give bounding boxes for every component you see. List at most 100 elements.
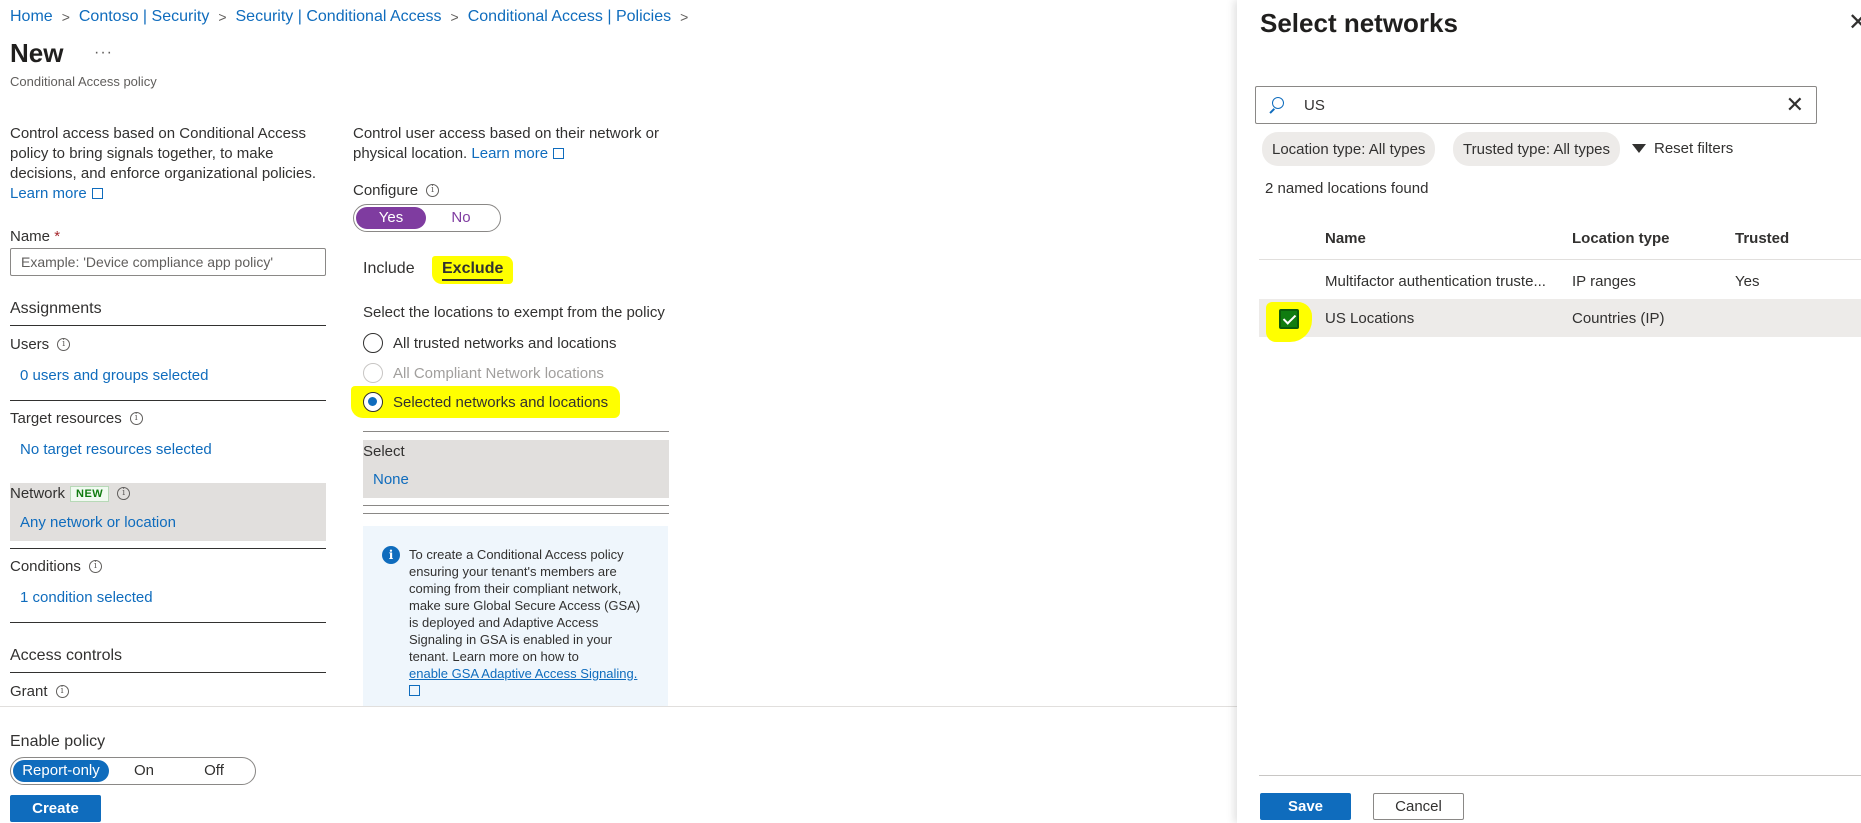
breadcrumb-home[interactable]: Home: [10, 8, 53, 26]
report-only-option[interactable]: Report-only: [13, 760, 109, 782]
on-option[interactable]: On: [109, 760, 179, 782]
column-location-type[interactable]: Location type: [1572, 230, 1670, 247]
required-mark: *: [54, 228, 61, 245]
divider: [10, 548, 326, 549]
learn-more-label: Learn more: [10, 185, 87, 202]
search-icon: [1268, 97, 1284, 113]
external-link-icon[interactable]: [409, 685, 420, 696]
users-row[interactable]: Users i 0 users and groups selected: [10, 336, 326, 396]
trusted-type-filter[interactable]: Trusted type: All types: [1453, 132, 1621, 166]
search-input[interactable]: US ✕: [1255, 86, 1817, 124]
learn-more-link[interactable]: Learn more: [10, 185, 103, 202]
target-resources-row[interactable]: Target resources i No target resources se…: [10, 410, 326, 470]
tab-exclude[interactable]: Exclude: [432, 256, 514, 284]
network-value-link[interactable]: Any network or location: [20, 514, 326, 531]
chevron-right-icon: >: [450, 9, 459, 25]
configure-yes-option[interactable]: Yes: [356, 207, 426, 229]
radio-compliant: All Compliant Network locations: [363, 363, 604, 383]
divider: [10, 672, 326, 673]
tab-exclude-label: Exclude: [442, 260, 504, 281]
grant-row[interactable]: Grant i: [10, 683, 69, 700]
info-icon: i: [426, 184, 440, 197]
network-row[interactable]: Network NEW i Any network or location: [10, 483, 326, 541]
configure-no-option[interactable]: No: [426, 207, 496, 229]
divider: [10, 325, 326, 326]
policy-name-placeholder: Example: 'Device compliance app policy': [21, 254, 274, 270]
policy-description: Control access based on Conditional Acce…: [10, 124, 320, 204]
radio-button[interactable]: [363, 392, 383, 412]
breadcrumb-security-ca[interactable]: Security | Conditional Access: [236, 8, 442, 26]
table-row[interactable]: Multifactor authentication truste... IP …: [1259, 263, 1861, 300]
radio-all-trusted-label: All trusted networks and locations: [393, 334, 617, 352]
enable-policy-label: Enable policy: [10, 733, 106, 750]
radio-compliant-label: All Compliant Network locations: [393, 364, 604, 382]
divider: [363, 513, 669, 514]
gsa-enable-link[interactable]: enable GSA Adaptive Access Signaling.: [409, 666, 637, 681]
chevron-right-icon: >: [680, 9, 689, 25]
row-location-type: IP ranges: [1572, 273, 1636, 290]
select-label: Select: [363, 443, 405, 460]
cancel-button[interactable]: Cancel: [1373, 793, 1464, 820]
info-icon: i: [129, 412, 143, 425]
network-learn-more-link[interactable]: Learn more: [471, 145, 565, 162]
save-button[interactable]: Save: [1260, 793, 1351, 820]
breadcrumb-ca-policies[interactable]: Conditional Access | Policies: [468, 8, 671, 26]
exempt-label: Select the locations to exempt from the …: [363, 304, 665, 321]
configure-toggle[interactable]: Yes No: [353, 204, 501, 232]
enable-policy-toggle[interactable]: Report-only On Off: [10, 757, 256, 785]
select-value-link[interactable]: None: [373, 471, 669, 488]
select-locations-row[interactable]: Select None: [363, 440, 669, 498]
close-icon[interactable]: ✕: [1848, 8, 1861, 37]
info-icon: i: [57, 338, 71, 351]
new-badge: NEW: [70, 485, 110, 502]
info-icon: i: [88, 560, 102, 573]
chevron-right-icon: >: [61, 9, 70, 25]
clear-search-icon[interactable]: ✕: [1786, 92, 1804, 118]
row-checkbox-checked[interactable]: [1279, 309, 1299, 329]
off-option[interactable]: Off: [179, 760, 249, 782]
reset-filters-button[interactable]: Reset filters: [1632, 140, 1733, 157]
page-subtitle: Conditional Access policy: [10, 74, 157, 89]
column-name[interactable]: Name: [1325, 230, 1366, 247]
users-value-link[interactable]: 0 users and groups selected: [20, 367, 326, 384]
target-resources-label: Target resources: [10, 410, 122, 427]
column-trusted[interactable]: Trusted: [1735, 230, 1789, 247]
breadcrumb-contoso-security[interactable]: Contoso | Security: [79, 8, 209, 26]
tab-include[interactable]: Include: [363, 260, 415, 278]
more-options-icon[interactable]: ···: [94, 44, 113, 62]
conditions-row[interactable]: Conditions i 1 condition selected: [10, 558, 326, 618]
users-label: Users: [10, 336, 50, 353]
radio-selected[interactable]: Selected networks and locations: [351, 386, 621, 418]
divider: [1259, 775, 1861, 776]
table-row[interactable]: US Locations Countries (IP): [1259, 300, 1861, 342]
divider: [10, 622, 326, 623]
radio-button: [363, 363, 383, 383]
policy-name-input[interactable]: Example: 'Device compliance app policy': [10, 248, 326, 276]
configure-label-text: Configure: [353, 182, 419, 199]
radio-all-trusted[interactable]: All trusted networks and locations: [363, 333, 616, 353]
radio-selected-label: Selected networks and locations: [393, 393, 609, 411]
divider: [10, 400, 326, 401]
target-resources-link[interactable]: No target resources selected: [20, 441, 326, 458]
gsa-info-text: To create a Conditional Access policy en…: [409, 547, 641, 664]
bottom-bar: Enable policy Report-only On Off Create: [0, 706, 1237, 823]
name-label: Name *: [10, 228, 60, 245]
filter-icon: [1632, 144, 1646, 153]
row-name: US Locations: [1325, 310, 1415, 327]
table-header: Name Location type Trusted: [1259, 216, 1861, 260]
external-link-icon: [553, 148, 565, 159]
conditions-value-link[interactable]: 1 condition selected: [20, 589, 326, 606]
network-description: Control user access based on their netwo…: [353, 124, 663, 164]
radio-button[interactable]: [363, 333, 383, 353]
breadcrumb: Home > Contoso | Security > Security | C…: [10, 8, 697, 26]
network-learn-more-label: Learn more: [471, 145, 549, 162]
name-label-text: Name: [10, 228, 51, 245]
info-icon: i: [382, 546, 400, 564]
reset-filters-label: Reset filters: [1654, 140, 1734, 157]
divider: [363, 431, 669, 432]
search-value: US: [1304, 96, 1325, 114]
divider: [363, 505, 669, 506]
create-button[interactable]: Create: [10, 795, 101, 822]
info-icon: i: [117, 487, 131, 500]
location-type-filter[interactable]: Location type: All types: [1262, 132, 1436, 166]
